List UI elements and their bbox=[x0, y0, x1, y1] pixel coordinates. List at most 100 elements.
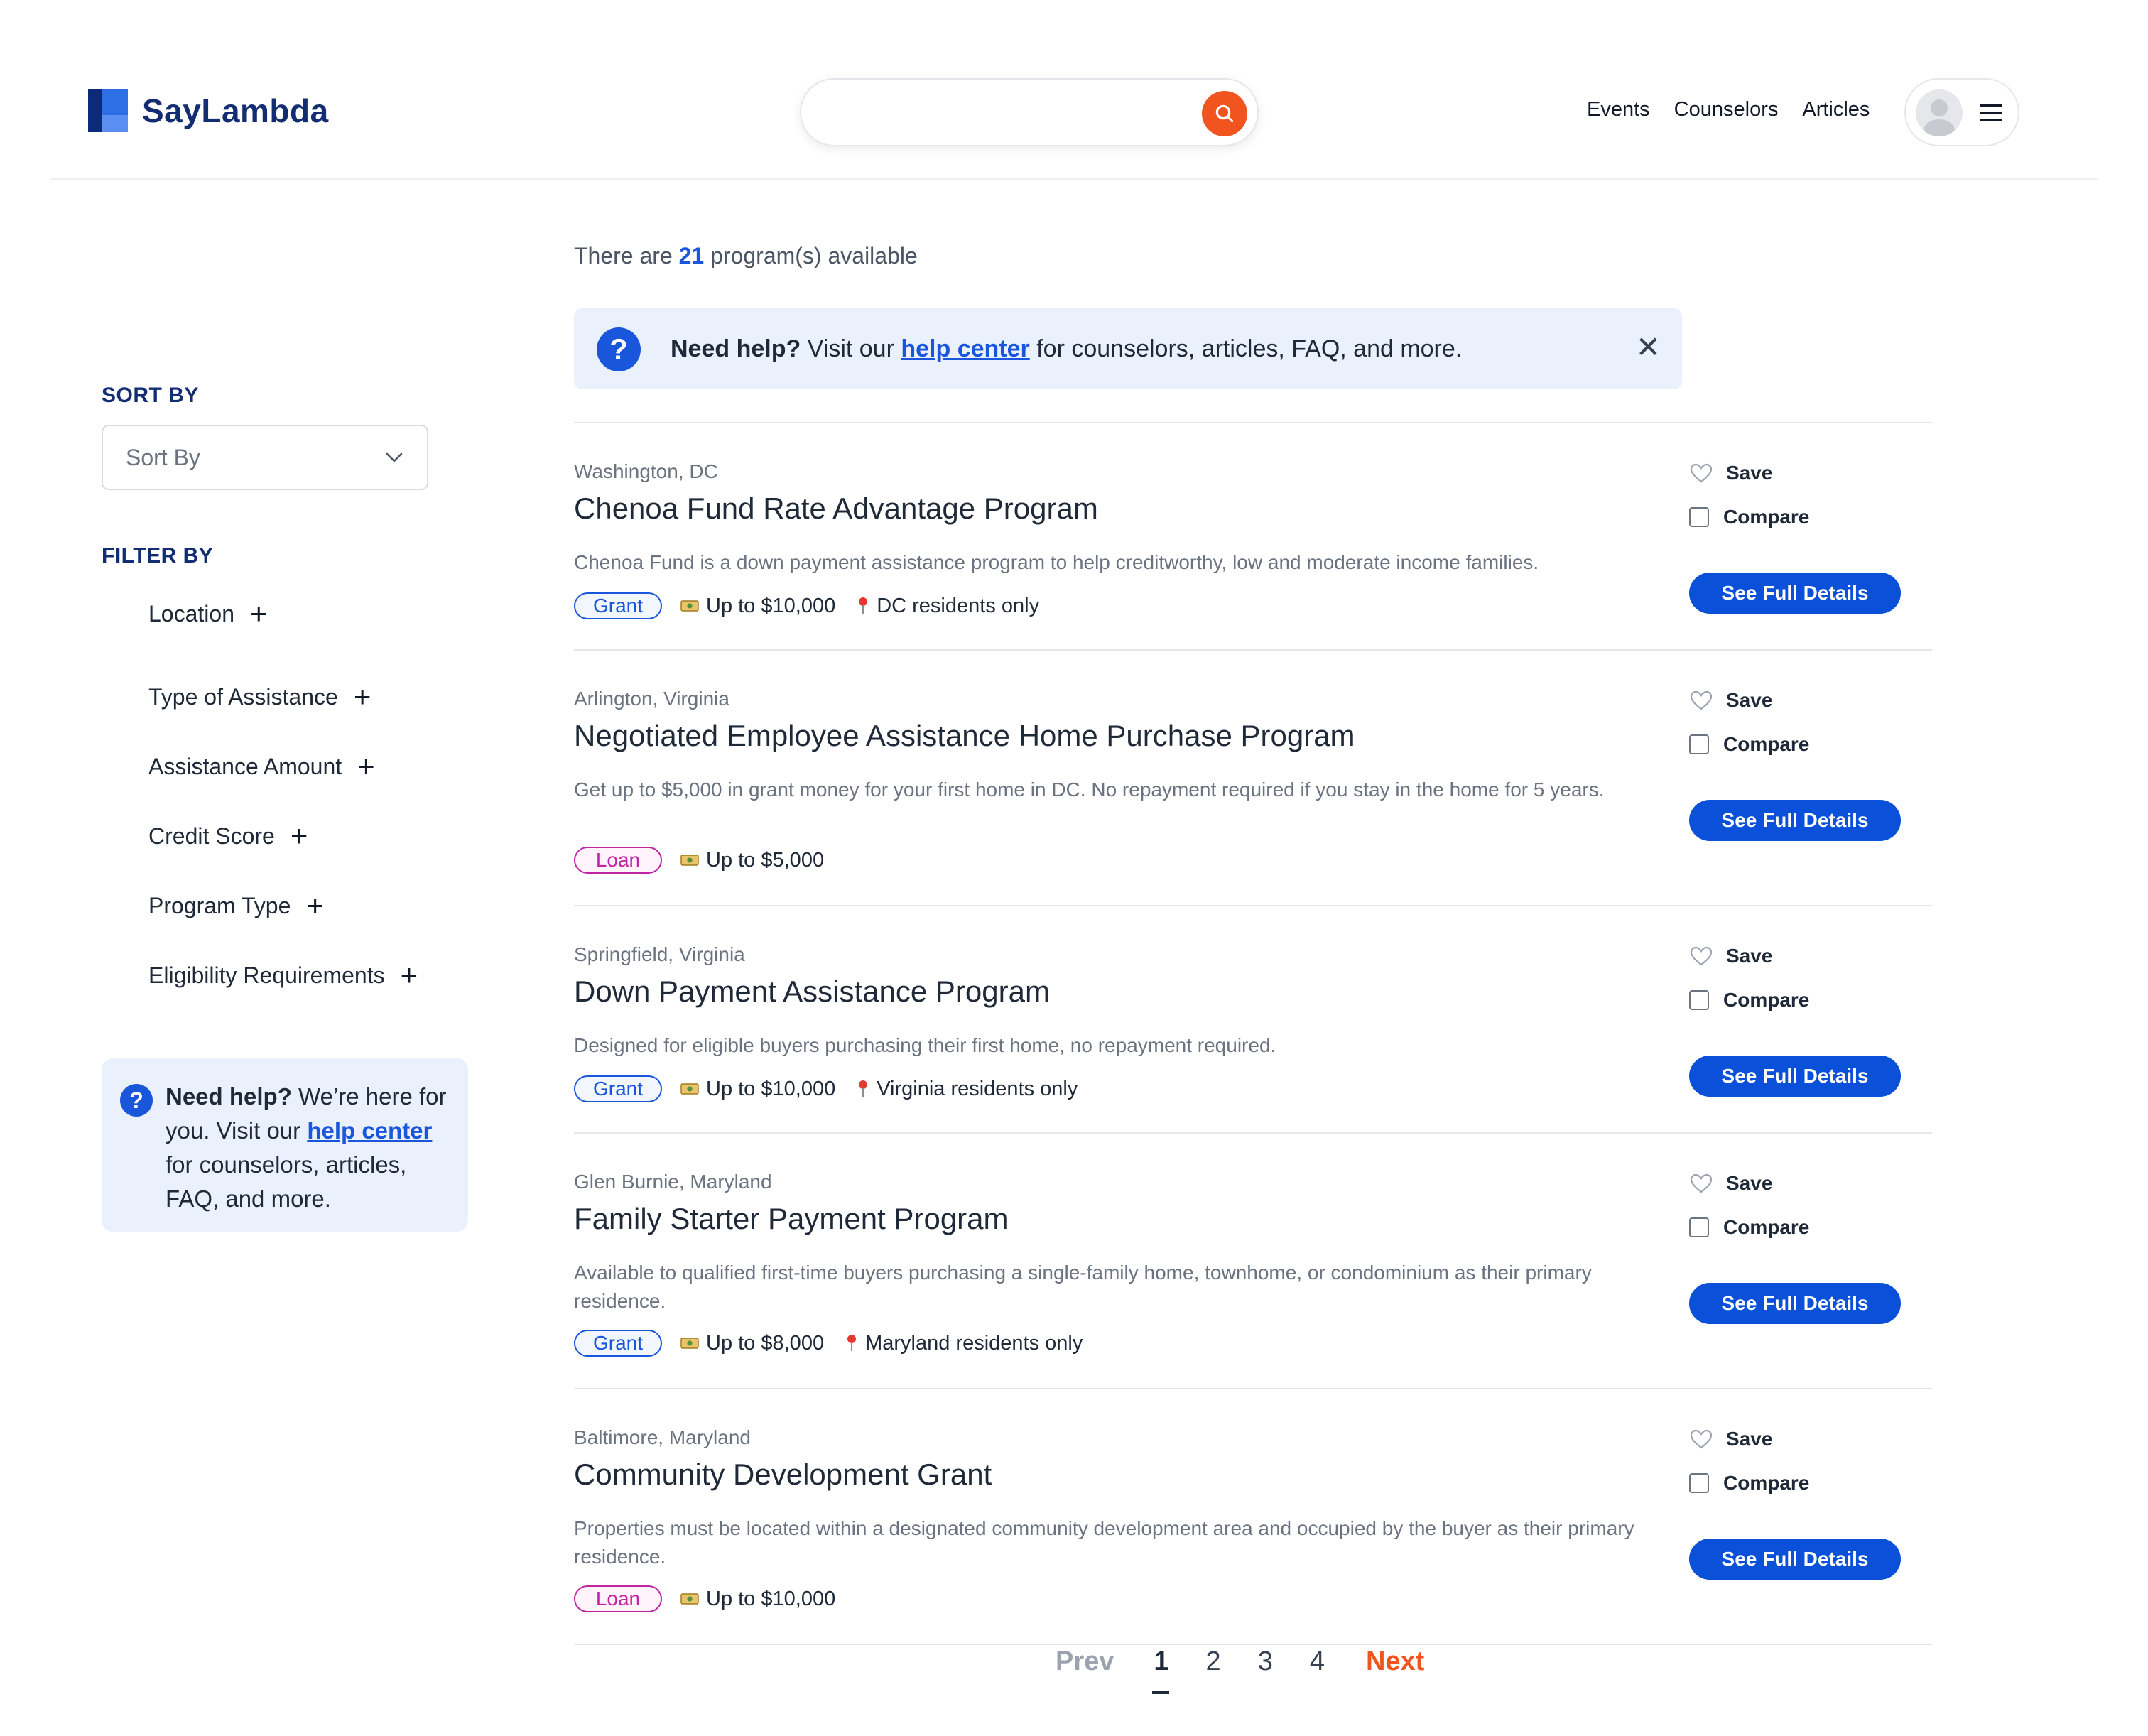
program-description: Chenoa Fund is a down payment assistance… bbox=[574, 551, 1539, 573]
logo-mark-icon bbox=[88, 89, 128, 132]
see-full-details-button[interactable]: See Full Details bbox=[1689, 800, 1901, 841]
program-title[interactable]: Down Payment Assistance Program bbox=[574, 975, 1050, 1009]
program-actions: Save Compare See Full Details bbox=[1689, 1169, 1901, 1324]
program-amount: Up to $5,000 bbox=[706, 848, 825, 872]
results-count: There are 21 program(s) available bbox=[574, 234, 1932, 277]
compare-checkbox[interactable]: Compare bbox=[1689, 986, 1901, 1014]
save-label: Save bbox=[1726, 462, 1773, 484]
see-full-details-button[interactable]: See Full Details bbox=[1689, 1056, 1901, 1097]
checkbox-icon[interactable] bbox=[1689, 734, 1709, 754]
compare-label: Compare bbox=[1723, 1216, 1810, 1238]
filter-location[interactable]: Location + bbox=[148, 592, 471, 635]
page-1[interactable]: 1 bbox=[1152, 1647, 1170, 1694]
sort-dropdown[interactable]: Sort By bbox=[102, 425, 428, 490]
banner-text: Visit our bbox=[807, 335, 894, 362]
program-title[interactable]: Community Development Grant bbox=[574, 1458, 992, 1492]
nav-events[interactable]: Events bbox=[1587, 98, 1650, 121]
program-type-badge: Loan bbox=[574, 847, 662, 874]
filter-assistance-amount[interactable]: Assistance Amount + bbox=[148, 732, 471, 801]
program-tags: Grant Up to $8,000 Maryland residents on… bbox=[574, 1330, 1083, 1357]
banner-help-center-link[interactable]: help center bbox=[901, 335, 1029, 362]
logo[interactable]: SayLambda bbox=[88, 89, 329, 132]
program-amount: Up to $8,000 bbox=[706, 1331, 825, 1355]
search-button[interactable] bbox=[1202, 91, 1247, 136]
page: SayLambda Events Counselors Articles SOR… bbox=[0, 0, 2148, 1736]
prev-button[interactable]: Prev bbox=[1056, 1647, 1114, 1677]
program-location: Washington, DC bbox=[574, 460, 718, 482]
checkbox-icon[interactable] bbox=[1689, 1473, 1709, 1493]
help-banner: ? Need help? Visit our help center for c… bbox=[574, 308, 1682, 389]
filter-label: Assistance Amount bbox=[148, 753, 342, 779]
filter-label: Credit Score bbox=[148, 823, 275, 849]
logo-text: SayLambda bbox=[142, 92, 329, 129]
program-title[interactable]: Family Starter Payment Program bbox=[574, 1202, 1009, 1236]
save-label: Save bbox=[1726, 1172, 1773, 1194]
hamburger-icon bbox=[1980, 104, 2002, 121]
see-full-details-button[interactable]: See Full Details bbox=[1689, 1539, 1901, 1580]
user-menu-button[interactable] bbox=[1904, 78, 2019, 146]
save-label: Save bbox=[1726, 945, 1773, 967]
program-title[interactable]: Negotiated Employee Assistance Home Purc… bbox=[574, 719, 1355, 753]
money-icon bbox=[680, 855, 699, 866]
program-list: Washington, DC Chenoa Fund Rate Advantag… bbox=[574, 422, 1932, 1645]
next-button[interactable]: Next bbox=[1366, 1647, 1424, 1677]
count-suffix: program(s) available bbox=[710, 243, 918, 268]
program-amount: Up to $10,000 bbox=[706, 594, 836, 617]
sidebar: SORT BY Sort By FILTER BY Location + Typ… bbox=[102, 384, 471, 1232]
plus-icon: + bbox=[290, 819, 308, 852]
compare-checkbox[interactable]: Compare bbox=[1689, 730, 1901, 759]
sort-value: Sort By bbox=[126, 444, 200, 470]
checkbox-icon[interactable] bbox=[1689, 1217, 1709, 1237]
checkbox-icon[interactable] bbox=[1689, 507, 1709, 527]
program-card: Springfield, Virginia Down Payment Assis… bbox=[574, 906, 1932, 1134]
see-full-details-button[interactable]: See Full Details bbox=[1689, 573, 1901, 614]
filter-type-of-assistance[interactable]: Type of Assistance + bbox=[148, 662, 471, 732]
filter-label: Eligibility Requirements bbox=[148, 962, 385, 988]
checkbox-icon[interactable] bbox=[1689, 990, 1709, 1010]
chevron-down-icon bbox=[386, 452, 403, 462]
save-label: Save bbox=[1726, 689, 1773, 711]
save-button[interactable]: Save bbox=[1689, 1425, 1901, 1453]
heart-icon bbox=[1690, 1429, 1713, 1449]
program-title[interactable]: Chenoa Fund Rate Advantage Program bbox=[574, 492, 1098, 526]
program-location: Arlington, Virginia bbox=[574, 688, 729, 710]
heart-icon bbox=[1690, 1173, 1713, 1193]
top-nav: Events Counselors Articles bbox=[1587, 98, 1870, 121]
money-icon bbox=[680, 1083, 699, 1095]
count-number: 21 bbox=[678, 243, 705, 268]
program-description: Available to qualified first-time buyers… bbox=[574, 1262, 1592, 1312]
compare-checkbox[interactable]: Compare bbox=[1689, 1213, 1901, 1242]
compare-label: Compare bbox=[1723, 506, 1810, 528]
program-description: Designed for eligible buyers purchasing … bbox=[574, 1034, 1276, 1056]
see-full-details-button[interactable]: See Full Details bbox=[1689, 1283, 1901, 1324]
sidebar-help-box: ? Need help? We’re here for you. Visit o… bbox=[102, 1058, 468, 1232]
sort-title: SORT BY bbox=[102, 384, 199, 407]
save-button[interactable]: Save bbox=[1689, 942, 1901, 970]
program-tags: Loan Up to $5,000 bbox=[574, 847, 824, 874]
filter-label: Program Type bbox=[148, 892, 291, 918]
compare-checkbox[interactable]: Compare bbox=[1689, 1469, 1901, 1497]
page-2[interactable]: 2 bbox=[1206, 1647, 1221, 1677]
nav-counselors[interactable]: Counselors bbox=[1674, 98, 1779, 121]
filter-program-type[interactable]: Program Type + bbox=[148, 871, 471, 940]
page-3[interactable]: 3 bbox=[1258, 1647, 1273, 1677]
pagination: Prev 1 2 3 4 Next bbox=[1056, 1647, 1424, 1694]
close-icon[interactable]: ✕ bbox=[1636, 332, 1661, 362]
plus-icon: + bbox=[353, 680, 371, 713]
program-type-badge: Loan bbox=[574, 1585, 662, 1612]
filter-credit-score[interactable]: Credit Score + bbox=[148, 801, 471, 871]
search-input[interactable] bbox=[823, 92, 1178, 134]
compare-checkbox[interactable]: Compare bbox=[1689, 503, 1901, 531]
plus-icon: + bbox=[306, 889, 324, 922]
help-center-link[interactable]: help center bbox=[307, 1117, 432, 1144]
compare-label: Compare bbox=[1723, 989, 1810, 1011]
program-type-badge: Grant bbox=[574, 592, 662, 619]
nav-articles[interactable]: Articles bbox=[1802, 98, 1870, 121]
filter-eligibility-requirements[interactable]: Eligibility Requirements + bbox=[148, 940, 471, 1010]
save-button[interactable]: Save bbox=[1689, 1169, 1901, 1198]
save-button[interactable]: Save bbox=[1689, 459, 1901, 487]
page-4[interactable]: 4 bbox=[1310, 1647, 1325, 1677]
save-button[interactable]: Save bbox=[1689, 686, 1901, 715]
program-residency: DC residents only bbox=[877, 594, 1040, 617]
filter-list: Location + Type of Assistance + Assistan… bbox=[102, 592, 471, 1010]
